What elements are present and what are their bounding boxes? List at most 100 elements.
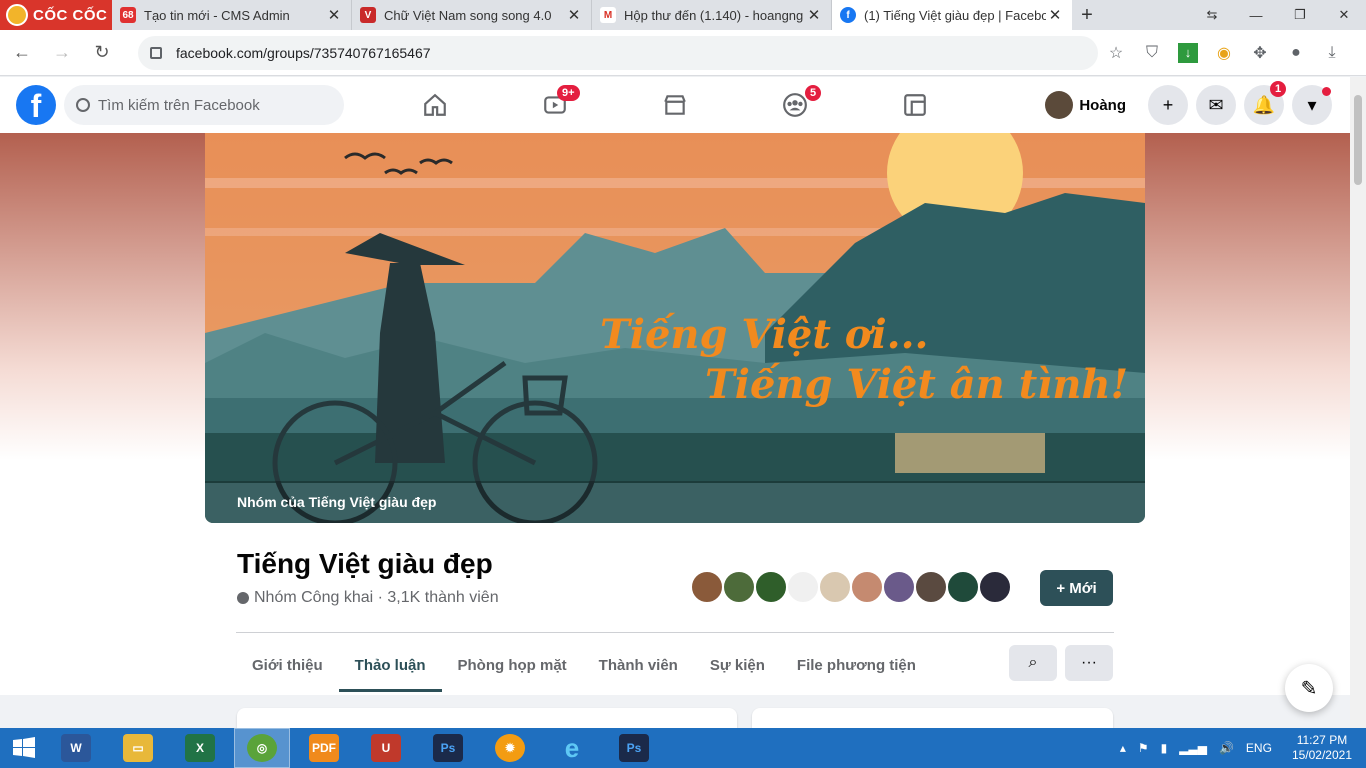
avatar [1045, 91, 1074, 119]
coccoc-menu-button[interactable]: CỐC CỐC [0, 0, 112, 30]
shield-icon[interactable]: ⛉ [1134, 35, 1170, 71]
tab-chu-viet-nam[interactable]: V Chữ Việt Nam song song 4.0 ✕ [352, 0, 592, 30]
taskbar-word[interactable]: W [48, 728, 104, 768]
group-cover-photo[interactable]: Tiếng Việt ơi... Tiếng Việt ân tình! Nhó… [205, 133, 1145, 523]
network-icon[interactable]: ▂▃▅ [1179, 741, 1207, 755]
tab-title: Tạo tin mới - CMS Admin [144, 7, 290, 23]
restore-icon[interactable]: ❐ [1278, 0, 1322, 30]
tab-cms-admin[interactable]: 68 Tạo tin mới - CMS Admin ✕ [112, 0, 352, 30]
tab-gioi-thieu[interactable]: Giới thiệu [236, 638, 339, 692]
profile-icon[interactable]: ● [1278, 35, 1314, 71]
tab-thanh-vien[interactable]: Thành viên [583, 638, 694, 692]
nav-home[interactable] [375, 77, 495, 133]
nav-watch[interactable]: 9+ [495, 77, 615, 133]
composer-card[interactable] [237, 708, 737, 728]
tab-search-icon[interactable]: ⇆ [1190, 0, 1234, 30]
groups-icon [783, 93, 807, 117]
power-icon[interactable]: ▮ [1161, 741, 1168, 755]
tab-su-kien[interactable]: Sự kiện [694, 638, 781, 692]
reload-icon[interactable]: ↻ [84, 35, 120, 71]
groups-badge: 5 [805, 85, 822, 101]
account-menu-caret-icon[interactable]: ▾ [1292, 85, 1332, 125]
url-bar[interactable]: facebook.com/groups/735740767165467 [138, 35, 1098, 70]
close-tab-icon[interactable]: ✕ [1046, 6, 1064, 24]
new-tab-button[interactable]: + [1072, 0, 1102, 30]
lock-icon [150, 46, 162, 59]
show-hidden-icons-icon[interactable]: ▴ [1120, 741, 1126, 755]
nav-groups[interactable]: 5 [735, 77, 855, 133]
bookmark-star-icon[interactable]: ☆ [1098, 35, 1134, 71]
volume-icon[interactable]: 🔊 [1219, 741, 1234, 755]
taskbar-ie[interactable]: e [544, 728, 600, 768]
puzzle-icon[interactable]: ✥ [1242, 35, 1278, 71]
facebook-logo-icon[interactable]: f [16, 85, 56, 125]
nav-gaming[interactable] [855, 77, 975, 133]
search-icon [76, 98, 90, 112]
member-avatar[interactable] [850, 570, 884, 604]
tab-title: Chữ Việt Nam song song 4.0 [384, 7, 552, 23]
taskbar-settings[interactable]: ✹ [482, 728, 538, 768]
close-window-icon[interactable]: ✕ [1322, 0, 1366, 30]
taskbar-unikey[interactable]: U [358, 728, 414, 768]
tab-thao-luan[interactable]: Thảo luận [338, 638, 442, 692]
create-plus-icon[interactable]: + [1148, 85, 1188, 125]
pdf-icon: PDF [309, 734, 339, 762]
notifications-badge: 1 [1270, 81, 1287, 97]
member-avatar[interactable] [882, 570, 916, 604]
search-input[interactable]: Tìm kiếm trên Facebook [64, 85, 344, 125]
more-options-icon[interactable]: ··· [1065, 645, 1113, 681]
page-scrollbar[interactable] [1350, 77, 1366, 728]
start-button[interactable] [0, 728, 48, 768]
new-post-button[interactable]: + Mới [1040, 570, 1113, 606]
clock[interactable]: 11:27 PM 15/02/2021 [1292, 733, 1352, 763]
home-icon [424, 93, 446, 116]
tab-phong-hop-mat[interactable]: Phòng họp mặt [442, 638, 583, 692]
download-extension-icon[interactable]: ↓ [1170, 35, 1206, 71]
photoshop-icon: Ps [619, 734, 649, 762]
close-tab-icon[interactable]: ✕ [805, 6, 823, 24]
tab-file-phuong-tien[interactable]: File phương tiện [781, 638, 932, 692]
taskbar-excel[interactable]: X [172, 728, 228, 768]
url-text: facebook.com/groups/735740767165467 [176, 44, 431, 61]
member-avatar[interactable] [722, 570, 756, 604]
member-avatar[interactable] [754, 570, 788, 604]
profile-link[interactable]: Hoàng [1045, 91, 1126, 119]
back-icon[interactable]: ← [4, 35, 40, 71]
internet-explorer-icon: e [564, 732, 580, 763]
cover-illustration: Tiếng Việt ơi... Tiếng Việt ân tình! [205, 133, 1145, 523]
close-tab-icon[interactable]: ✕ [325, 6, 343, 24]
scrollbar-thumb[interactable] [1354, 95, 1362, 185]
member-avatar[interactable] [690, 570, 724, 604]
window-controls: ⇆ — ❐ ✕ [1190, 0, 1366, 30]
member-avatar[interactable] [786, 570, 820, 604]
member-avatars[interactable] [690, 570, 1012, 604]
nav-marketplace[interactable] [615, 77, 735, 133]
tab-facebook[interactable]: f (1) Tiếng Việt giàu đẹp | Facebook ✕ [832, 0, 1072, 30]
notifications-bell-icon[interactable]: 🔔 1 [1244, 81, 1287, 125]
flag-icon[interactable]: ⚑ [1138, 741, 1149, 755]
taskbar-pdf[interactable]: PDF [296, 728, 352, 768]
facebook-header: f Tìm kiếm trên Facebook 9+ 5 Hoàng + ✉ … [0, 77, 1350, 133]
new-message-compose-icon[interactable]: ✎ [1285, 664, 1333, 712]
cover-caption[interactable]: Nhóm của Tiếng Việt giàu đẹp [205, 481, 1145, 523]
member-avatar[interactable] [818, 570, 852, 604]
language-indicator[interactable]: ENG [1246, 741, 1272, 755]
taskbar-explorer[interactable]: ▭ [110, 728, 166, 768]
forward-icon[interactable]: → [44, 35, 80, 71]
member-avatar[interactable] [946, 570, 980, 604]
group-title[interactable]: Tiếng Việt giàu đẹp [237, 548, 493, 580]
downloads-icon[interactable]: ⤓ [1314, 35, 1350, 71]
minimize-icon[interactable]: — [1234, 0, 1278, 30]
taskbar-coccoc[interactable]: ◎ [234, 728, 290, 768]
chrome-extension-icon[interactable]: ◉ [1206, 35, 1242, 71]
member-avatar[interactable] [978, 570, 1012, 604]
group-search-icon[interactable]: ⌕ [1009, 645, 1057, 681]
taskbar-photoshop-2[interactable]: Ps [606, 728, 662, 768]
messenger-icon[interactable]: ✉ [1196, 85, 1236, 125]
member-avatar[interactable] [914, 570, 948, 604]
photoshop-icon: Ps [433, 734, 463, 762]
word-icon: W [61, 734, 91, 762]
close-tab-icon[interactable]: ✕ [565, 6, 583, 24]
taskbar-photoshop[interactable]: Ps [420, 728, 476, 768]
tab-gmail[interactable]: M Hộp thư đến (1.140) - hoangng ✕ [592, 0, 832, 30]
